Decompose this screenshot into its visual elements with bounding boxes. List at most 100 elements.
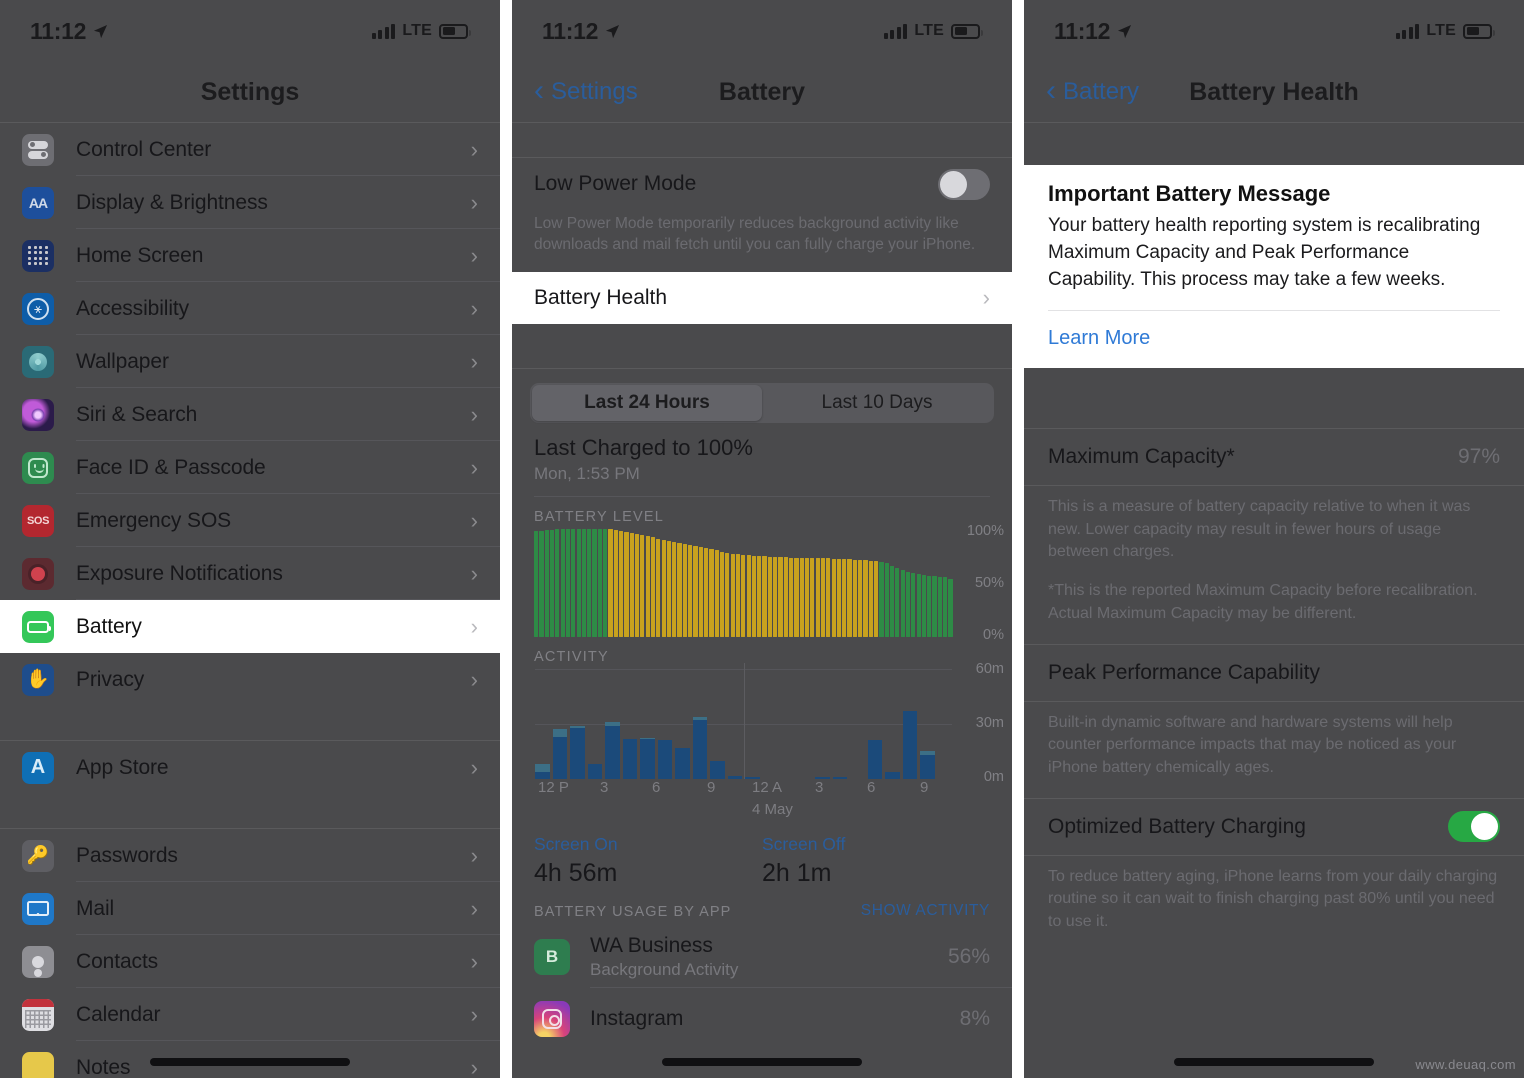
activity-bar (535, 764, 550, 779)
activity-bar-screen-on (902, 711, 917, 779)
battery-level-bar (746, 554, 751, 637)
activity-ytick-30: 30m (975, 714, 1004, 731)
app-battery-pct: 8% (959, 1006, 990, 1030)
sidebar-item-display-brightness[interactable]: AA Display & Brightness › (0, 176, 500, 229)
battery-level-bar (879, 562, 884, 637)
battery-level-bar (704, 548, 709, 637)
back-label: Settings (551, 78, 638, 105)
low-power-mode-toggle[interactable] (938, 168, 990, 200)
sidebar-item-control-center[interactable]: Control Center › (0, 123, 500, 176)
sidebar-item-mail[interactable]: Mail › (0, 882, 500, 935)
sidebar-item-face-id-passcode[interactable]: Face ID & Passcode › (0, 441, 500, 494)
battery-status-icon (1463, 23, 1495, 39)
battery-health-row[interactable]: Battery Health › (512, 271, 1012, 324)
learn-more-link[interactable]: Learn More (1024, 311, 1524, 368)
group-gap (0, 794, 500, 828)
status-time: 11:12 (542, 17, 599, 44)
sidebar-item-calendar[interactable]: Calendar › (0, 988, 500, 1041)
optimized-charging-row[interactable]: Optimized Battery Charging (1024, 799, 1524, 855)
battery-level-bar (592, 528, 597, 637)
passwords-icon: 🔑 (22, 839, 54, 872)
panel-battery: 11:12 LTE ‹ Settings Battery Low Power M… (512, 0, 1012, 1078)
low-power-mode-label: Low Power Mode (534, 172, 697, 195)
time-range-segmented-control[interactable]: Last 24 Hours Last 10 Days (530, 382, 994, 423)
chevron-right-icon: › (470, 295, 478, 321)
battery-level-bar (693, 546, 698, 637)
sidebar-item-siri-search[interactable]: Siri & Search › (0, 388, 500, 441)
sidebar-item-battery[interactable]: Battery › (0, 600, 500, 653)
xtick-3p: 3 (600, 778, 609, 796)
battery-level-caption: BATTERY LEVEL (534, 508, 665, 525)
chevron-left-icon: ‹ (534, 73, 544, 107)
usage-header: BATTERY USAGE BY APP SHOW ACTIVITY (512, 888, 1012, 926)
battery-level-bar (544, 529, 549, 637)
battery-level-bar (916, 574, 921, 637)
home-indicator (150, 1058, 350, 1066)
nav-bar-battery-health: ‹ Battery Battery Health (1024, 62, 1524, 122)
signal-bars-icon (371, 23, 396, 39)
activity-bar (570, 725, 585, 779)
battery-level-bar (778, 556, 783, 637)
show-activity-button[interactable]: SHOW ACTIVITY (861, 902, 990, 920)
xtick-12p: 12 P (538, 778, 569, 796)
sidebar-item-accessibility[interactable]: ⚹ Accessibility › (0, 282, 500, 335)
sidebar-item-emergency-sos[interactable]: SOS Emergency SOS › (0, 494, 500, 547)
low-power-mode-note: Low Power Mode temporarily reduces backg… (534, 215, 976, 253)
row-label: Face ID & Passcode (76, 455, 266, 479)
battery-level-bar (895, 567, 900, 637)
list-item[interactable]: B WA Business Background Activity 56% (512, 926, 1012, 988)
control-center-icon (22, 133, 54, 166)
row-label: Home Screen (76, 243, 204, 267)
battery-level-bar (719, 551, 725, 637)
status-bar-right: LTE (883, 22, 983, 40)
activity-bar (552, 729, 567, 779)
low-power-mode-row[interactable]: Low Power Mode (512, 158, 1012, 210)
back-button-settings[interactable]: ‹ Settings (534, 73, 638, 107)
important-battery-message-card: Important Battery Message Your battery h… (1024, 165, 1524, 368)
group-gap (1024, 367, 1524, 428)
optimized-charging-toggle[interactable] (1448, 811, 1500, 843)
battery-level-bar (831, 559, 836, 637)
home-indicator (662, 1058, 862, 1066)
battery-level-bar (874, 561, 879, 637)
activity-bar-screen-on (692, 720, 707, 779)
nav-bar-battery: ‹ Settings Battery (512, 62, 1012, 122)
chevron-right-icon: › (470, 242, 478, 268)
group-gap (512, 323, 1012, 368)
list-item[interactable]: Instagram 8% (512, 988, 1012, 1050)
chevron-right-icon: › (470, 666, 478, 692)
maximum-capacity-note: This is a measure of battery capacity re… (1024, 486, 1524, 644)
nav-bar-settings: Settings (0, 62, 500, 122)
back-button-battery[interactable]: ‹ Battery (1046, 75, 1139, 106)
battery-ytick-100: 100% (966, 522, 1004, 539)
sidebar-item-contacts[interactable]: Contacts › (0, 935, 500, 988)
last-charged-title: Last Charged to 100% (534, 434, 753, 460)
panel-battery-health: 11:12 LTE ‹ Battery Battery Health Impor… (1024, 0, 1524, 1078)
sidebar-item-privacy[interactable]: ✋ Privacy › (0, 653, 500, 706)
screen-on-value: 4h 56m (534, 858, 618, 887)
sidebar-item-home-screen[interactable]: Home Screen › (0, 229, 500, 282)
battery-level-bar (709, 549, 714, 637)
carrier-label: LTE (914, 22, 944, 39)
battery-level-bar (597, 528, 602, 637)
sidebar-item-passwords[interactable]: 🔑 Passwords › (0, 829, 500, 882)
sidebar-item-exposure-notifications[interactable]: Exposure Notifications › (0, 547, 500, 600)
screen-on-label: Screen On (534, 833, 618, 854)
battery-level-bar (773, 556, 778, 637)
screen-off-label: Screen Off (762, 833, 846, 854)
battery-ytick-0: 0% (983, 626, 1004, 643)
battery-level-bar (571, 528, 576, 637)
xtick-12a: 12 A (752, 778, 783, 796)
sidebar-item-app-store[interactable]: A App Store › (0, 741, 500, 794)
message-title: Important Battery Message (1048, 181, 1331, 206)
segment-last-10-days[interactable]: Last 10 Days (762, 385, 992, 421)
status-bar-left: 11:12 (1054, 18, 1132, 45)
battery-level-bar (847, 559, 852, 637)
battery-level-bar (884, 563, 889, 637)
segment-last-24-hours[interactable]: Last 24 Hours (532, 384, 762, 421)
location-arrow-icon (1118, 24, 1132, 38)
battery-level-bar (565, 528, 571, 637)
sidebar-item-wallpaper[interactable]: Wallpaper › (0, 335, 500, 388)
battery-level-bar (937, 577, 942, 637)
battery-level-bar (794, 558, 799, 637)
